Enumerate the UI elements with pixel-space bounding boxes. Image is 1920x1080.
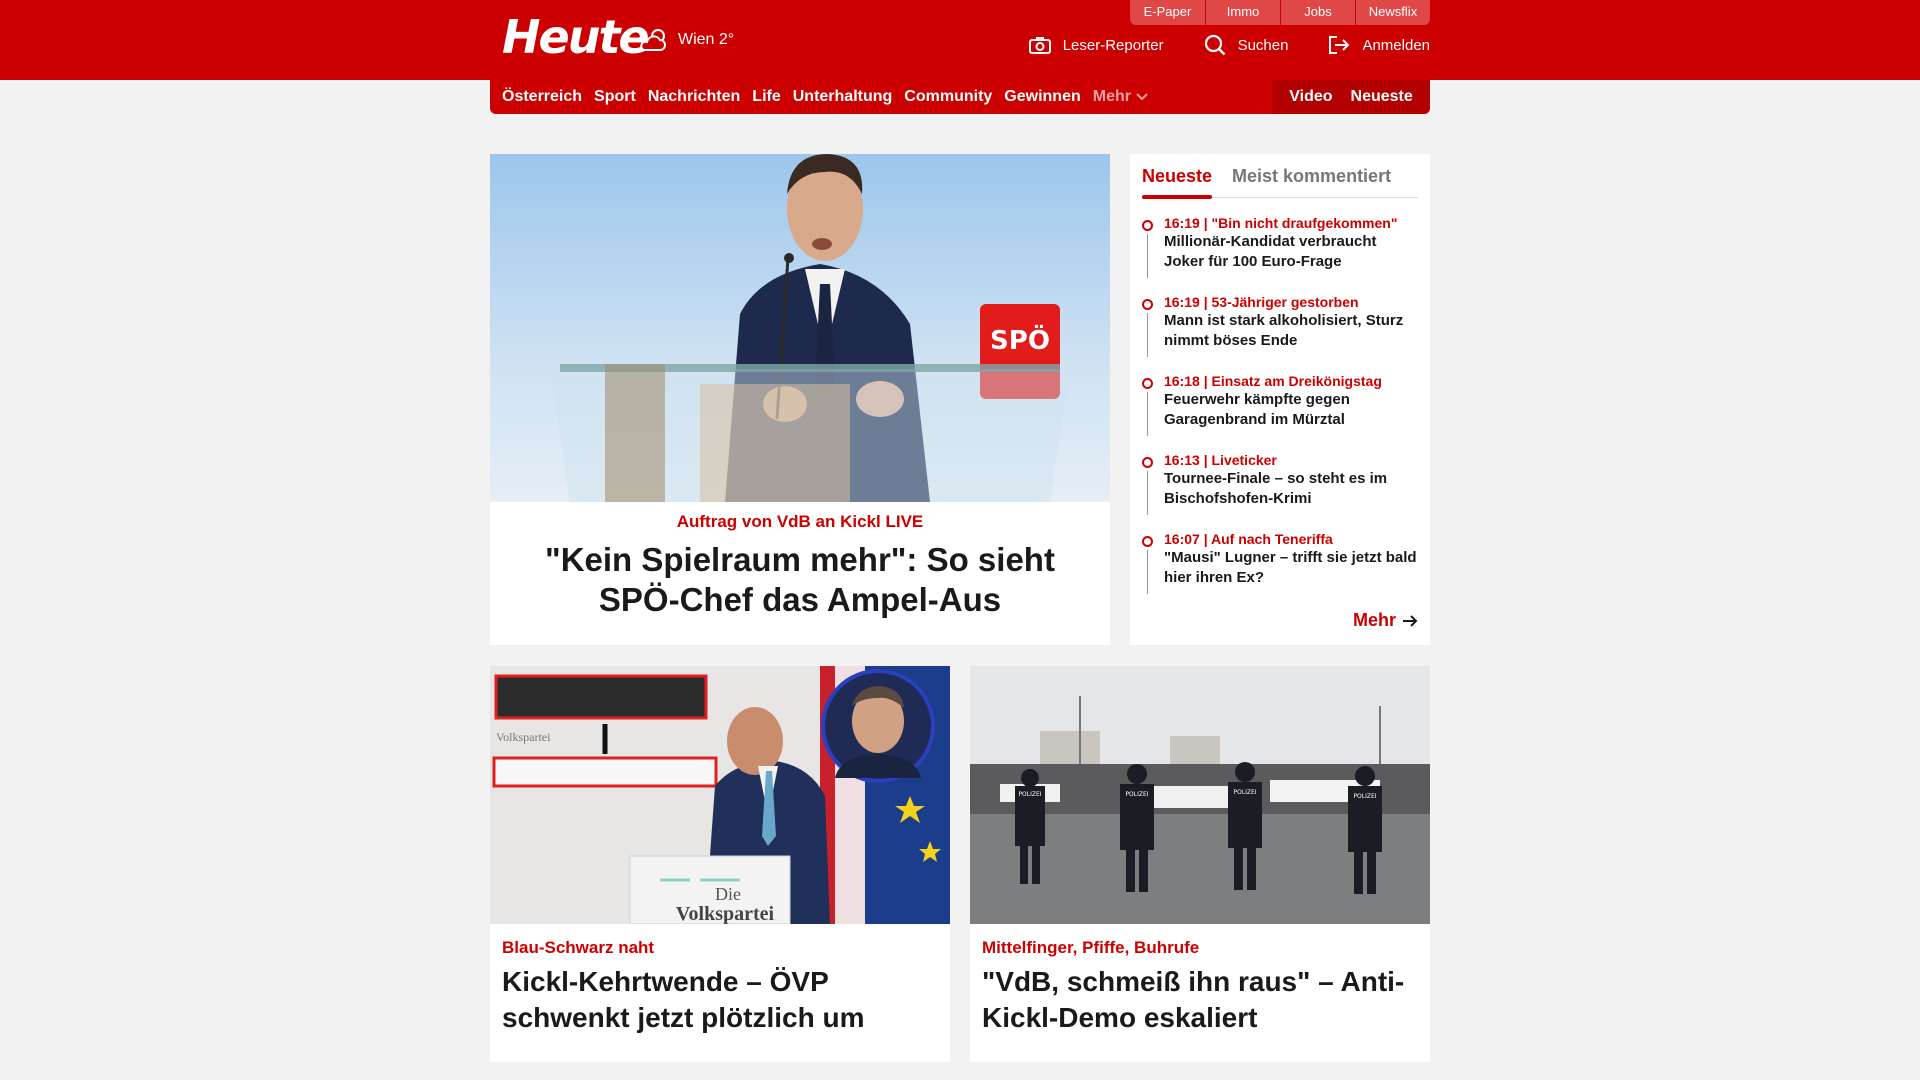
ticker-item[interactable]: 16:19 | "Bin nicht draufgekommen" Millio… bbox=[1142, 214, 1418, 293]
ticker-kicker: 16:18 | Einsatz am Dreikönigstag bbox=[1164, 373, 1382, 389]
spoe-logo-text: SPÖ bbox=[990, 323, 1050, 356]
ticker-kicker: 16:19 | "Bin nicht draufgekommen" bbox=[1164, 215, 1398, 231]
ticker-title: "Mausi" Lugner – trifft sie jetzt bald h… bbox=[1164, 549, 1417, 586]
header-bar: Heute Wien 2° E-Paper Immo Jobs Newsflix… bbox=[490, 0, 1430, 80]
service-links: E-Paper Immo Jobs Newsflix bbox=[1130, 0, 1430, 26]
weather-widget[interactable]: Wien 2° bbox=[638, 26, 734, 54]
lead-headline[interactable]: "Kein Spielraum mehr": So sieht SPÖ-Chef… bbox=[490, 532, 1110, 620]
ticker-item[interactable]: 16:18 | Einsatz am Dreikönigstag Feuerwe… bbox=[1142, 372, 1418, 451]
nav-item-gewinnen[interactable]: Gewinnen bbox=[1004, 88, 1080, 106]
police-label: POLIZEI bbox=[1018, 791, 1041, 798]
nav-item-sport[interactable]: Sport bbox=[594, 88, 636, 106]
ticker-item[interactable]: 16:07 | Auf nach Teneriffa "Mausi" Lugne… bbox=[1142, 530, 1418, 609]
story-headline[interactable]: Kickl-Kehrtwende – ÖVP schwenkt jetzt pl… bbox=[490, 958, 950, 1036]
story-kicker: Mittelfinger, Pfiffe, Buhrufe bbox=[982, 938, 1200, 957]
nav-video[interactable]: Video bbox=[1289, 88, 1332, 106]
ticker-title: Tournee-Finale – so steht es im Bischofs… bbox=[1164, 470, 1388, 507]
arrow-right-icon bbox=[1403, 614, 1418, 627]
tab-meist-kommentiert[interactable]: Meist kommentiert bbox=[1232, 154, 1391, 198]
story-kicker: Blau-Schwarz naht bbox=[502, 938, 655, 957]
nav-quick: Video Neueste bbox=[1272, 80, 1430, 114]
ticker-item[interactable]: 16:19 | 53-Jähriger gestorben Mann ist s… bbox=[1142, 293, 1418, 372]
tab-neueste[interactable]: Neueste bbox=[1142, 154, 1213, 199]
login-button[interactable]: Anmelden bbox=[1328, 35, 1430, 55]
ticker-more-link[interactable]: Mehr bbox=[1353, 610, 1418, 631]
nav-item-nachrichten[interactable]: Nachrichten bbox=[648, 88, 740, 106]
police-label: POLIZEI bbox=[1233, 789, 1256, 796]
link-epaper[interactable]: E-Paper bbox=[1130, 0, 1205, 25]
header-tools: Leser-Reporter Suchen Anmelden bbox=[989, 34, 1430, 56]
ticker-title: Mann ist stark alkoholisiert, Sturz nimm… bbox=[1164, 312, 1404, 349]
leser-reporter-button[interactable]: Leser-Reporter bbox=[1028, 36, 1164, 54]
camera-icon bbox=[1028, 37, 1051, 54]
lead-kicker: Auftrag von VdB an Kickl LIVE bbox=[676, 512, 924, 531]
leser-reporter-label: Leser-Reporter bbox=[1062, 36, 1164, 54]
story-image[interactable]: Volkspartei Die Volkspartei bbox=[490, 666, 950, 924]
login-label: Anmelden bbox=[1362, 36, 1430, 54]
ticker-kicker: 16:13 | Liveticker bbox=[1164, 452, 1277, 468]
lead-story[interactable]: SPÖ Auftrag von VdB an Kickl LIVE "Kein … bbox=[490, 154, 1110, 645]
search-icon bbox=[1204, 34, 1225, 56]
nav-more-dropdown[interactable]: Mehr bbox=[1093, 88, 1148, 106]
ticker-list: 16:19 | "Bin nicht draufgekommen" Millio… bbox=[1142, 214, 1418, 609]
nav-item-oesterreich[interactable]: Österreich bbox=[502, 88, 582, 106]
party-banner-small: Volkspartei bbox=[496, 730, 551, 744]
login-icon bbox=[1329, 36, 1350, 54]
story-image[interactable]: POLIZEI POLIZEI POLIZEI POLIZEI bbox=[970, 666, 1430, 924]
story-photo-demo: POLIZEI POLIZEI POLIZEI POLIZEI bbox=[970, 666, 1430, 924]
party-logo-volkspartei: Volkspartei bbox=[676, 903, 775, 924]
ticker-kicker: 16:07 | Auf nach Teneriffa bbox=[1164, 531, 1333, 547]
search-button[interactable]: Suchen bbox=[1204, 34, 1289, 56]
story-headline[interactable]: "VdB, schmeiß ihn raus" – Anti-Kickl-Dem… bbox=[970, 958, 1430, 1036]
nav-item-community[interactable]: Community bbox=[904, 88, 992, 106]
story-card[interactable]: Volkspartei Die Volkspartei Blau-Schwarz… bbox=[490, 666, 950, 1062]
party-logo-die: Die bbox=[715, 884, 741, 904]
ticker-item[interactable]: 16:13 | Liveticker Tournee-Finale – so s… bbox=[1142, 451, 1418, 530]
cloud-sun-icon bbox=[640, 29, 666, 51]
link-newsflix[interactable]: Newsflix bbox=[1355, 0, 1430, 25]
chevron-down-icon bbox=[1136, 93, 1148, 101]
search-label: Suchen bbox=[1237, 36, 1289, 54]
ticker-tabs: Neueste Meist kommentiert bbox=[1142, 154, 1418, 199]
link-immo[interactable]: Immo bbox=[1205, 0, 1280, 25]
lead-photo: SPÖ bbox=[490, 154, 1110, 502]
nav-neueste[interactable]: Neueste bbox=[1351, 88, 1413, 106]
ticker-kicker: 16:19 | 53-Jähriger gestorben bbox=[1164, 294, 1359, 310]
nav-sections: Österreich Sport Nachrichten Life Unterh… bbox=[502, 80, 1160, 114]
story-photo-oevp: Volkspartei Die Volkspartei bbox=[490, 666, 950, 924]
site-logo[interactable]: Heute bbox=[502, 12, 650, 62]
lead-image[interactable]: SPÖ bbox=[490, 154, 1110, 502]
ticker-title: Millionär-Kandidat verbraucht Joker für … bbox=[1164, 233, 1377, 270]
story-card[interactable]: POLIZEI POLIZEI POLIZEI POLIZEI Mittelfi… bbox=[970, 666, 1430, 1062]
ticker-more-label: Mehr bbox=[1352, 610, 1396, 630]
news-ticker-panel: Neueste Meist kommentiert 16:19 | "Bin n… bbox=[1130, 154, 1430, 645]
police-label: POLIZEI bbox=[1353, 793, 1376, 800]
weather-label: Wien 2° bbox=[678, 31, 735, 48]
link-jobs[interactable]: Jobs bbox=[1280, 0, 1355, 25]
police-label: POLIZEI bbox=[1125, 791, 1148, 798]
nav-item-life[interactable]: Life bbox=[752, 88, 780, 106]
main-nav: Österreich Sport Nachrichten Life Unterh… bbox=[490, 80, 1430, 114]
nav-more-label: Mehr bbox=[1092, 88, 1131, 105]
nav-item-unterhaltung[interactable]: Unterhaltung bbox=[793, 88, 893, 106]
ticker-title: Feuerwehr kämpfte gegen Garagenbrand im … bbox=[1164, 391, 1350, 428]
